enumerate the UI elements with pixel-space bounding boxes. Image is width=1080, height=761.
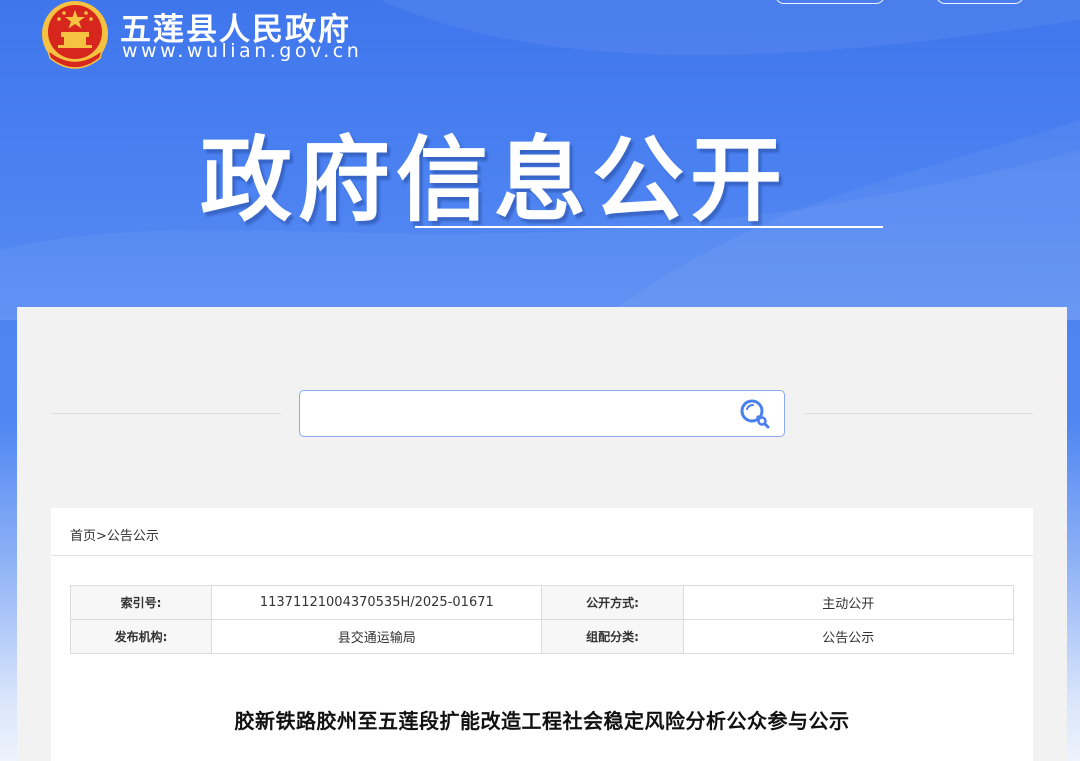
meta-value-disclosure-method: 主动公开 xyxy=(682,585,1015,620)
site-url[interactable]: www.wulian.gov.cn xyxy=(122,40,362,62)
main-panel: 首页>公告公示 索引号: 11371121004370535H/2025-016… xyxy=(17,307,1067,761)
meta-value-publisher: 县交通运输局 xyxy=(211,619,543,654)
search-divider-right xyxy=(805,413,1033,414)
meta-label-publisher: 发布机构: xyxy=(69,619,213,654)
table-row: 索引号: 11371121004370535H/2025-01671 公开方式:… xyxy=(69,585,1015,620)
meta-value-category: 公告公示 xyxy=(682,619,1015,654)
meta-value-index: 11371121004370535H/2025-01671 xyxy=(211,585,543,620)
breadcrumb-current-link[interactable]: 公告公示 xyxy=(107,529,159,544)
search-input[interactable] xyxy=(310,399,730,429)
info-meta-table: 索引号: 11371121004370535H/2025-01671 公开方式:… xyxy=(69,585,1015,654)
meta-label-disclosure-method: 公开方式: xyxy=(541,585,684,620)
content-card: 首页>公告公示 索引号: 11371121004370535H/2025-016… xyxy=(51,508,1033,761)
meta-label-category: 组配分类: xyxy=(541,619,684,654)
header-button-left[interactable] xyxy=(775,0,885,4)
breadcrumb-separator: > xyxy=(96,529,107,544)
article-title: 胶新铁路胶州至五莲段扩能改造工程社会稳定风险分析公众参与公示 xyxy=(234,709,850,733)
national-emblem-icon xyxy=(42,1,108,69)
search-icon[interactable] xyxy=(737,396,773,432)
header-banner: 五莲县人民政府 www.wulian.gov.cn 政府信息公开 xyxy=(0,0,1080,320)
breadcrumb: 首页>公告公示 xyxy=(70,525,159,544)
breadcrumb-divider xyxy=(51,555,1033,556)
meta-label-index: 索引号: xyxy=(69,585,213,620)
table-row: 发布机构: 县交通运输局 组配分类: 公告公示 xyxy=(69,619,1015,654)
header-button-right[interactable] xyxy=(936,0,1024,4)
breadcrumb-home-link[interactable]: 首页 xyxy=(70,529,96,544)
hero-title: 政府信息公开 xyxy=(200,127,789,234)
hero-underline xyxy=(415,226,883,228)
search-box xyxy=(299,390,785,437)
search-divider-left xyxy=(51,413,281,414)
